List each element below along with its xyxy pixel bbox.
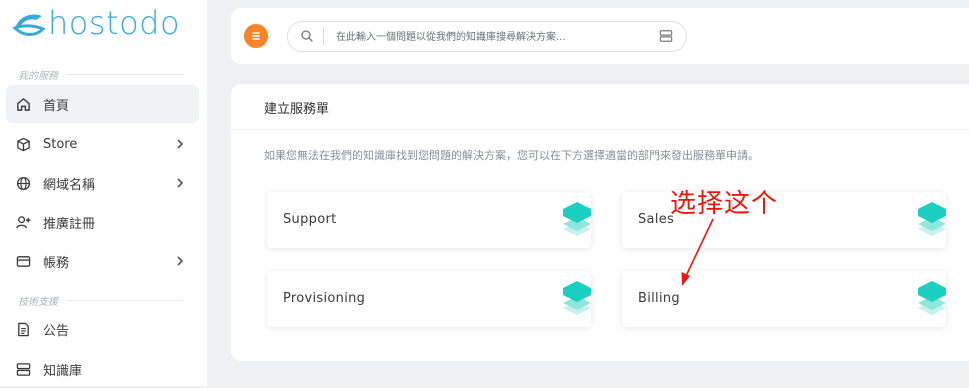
sidebar: hostodo 我的服務 首頁 Store 網域名稱 推廣註冊 帳務 技術支援 … bbox=[0, 0, 207, 386]
sidebar-item-label: 知識庫 bbox=[43, 363, 83, 379]
server-icon bbox=[15, 361, 31, 377]
department-label: Support bbox=[283, 212, 337, 227]
server-icon[interactable] bbox=[659, 29, 673, 43]
section-title-my-services: 我的服務 bbox=[18, 71, 58, 82]
search-input[interactable] bbox=[334, 26, 638, 48]
home-icon bbox=[15, 96, 31, 112]
sidebar-item-store[interactable]: Store bbox=[6, 125, 199, 163]
layers-icon bbox=[563, 281, 591, 315]
menu-icon bbox=[252, 32, 260, 40]
search-icon bbox=[301, 30, 313, 42]
layers-icon bbox=[918, 281, 946, 315]
topbar bbox=[231, 8, 969, 64]
sidebar-item-knowledgebase[interactable]: 知識庫 bbox=[6, 350, 199, 388]
department-label: Billing bbox=[638, 291, 680, 306]
sidebar-item-label: 帳務 bbox=[43, 255, 70, 271]
knowledgebase-search bbox=[287, 21, 687, 52]
brand-name: hostodo bbox=[48, 4, 181, 42]
sidebar-item-label: 網域名稱 bbox=[43, 177, 96, 193]
globe-icon bbox=[15, 175, 31, 191]
sidebar-item-label: 首頁 bbox=[43, 98, 70, 114]
department-label: Provisioning bbox=[283, 291, 366, 306]
annotation-text: 选择这个 bbox=[670, 189, 779, 219]
chevron-right-icon bbox=[177, 256, 184, 266]
document-icon bbox=[15, 321, 31, 337]
card-description: 如果您無法在我們的知識庫找到您問題的解決方案，您可以在下方選擇適當的部門來發出服… bbox=[264, 149, 759, 162]
user-plus-icon bbox=[15, 214, 31, 230]
brand-logo[interactable]: hostodo bbox=[12, 4, 180, 42]
divider bbox=[66, 300, 183, 301]
layers-icon bbox=[918, 202, 946, 236]
page-title: 建立服務單 bbox=[264, 102, 330, 117]
menu-button[interactable] bbox=[244, 24, 268, 48]
card-header: 建立服務單 bbox=[231, 84, 969, 130]
sidebar-item-label: Store bbox=[43, 136, 78, 152]
sidebar-item-billing[interactable]: 帳務 bbox=[6, 242, 199, 280]
box-icon bbox=[15, 136, 31, 152]
chevron-right-icon bbox=[177, 139, 184, 149]
sidebar-item-announcements[interactable]: 公告 bbox=[6, 310, 199, 348]
department-billing[interactable]: Billing bbox=[622, 271, 946, 327]
sidebar-item-domains[interactable]: 網域名稱 bbox=[6, 164, 199, 202]
credit-card-icon bbox=[15, 253, 31, 269]
department-support[interactable]: Support bbox=[267, 192, 591, 248]
layers-icon bbox=[563, 202, 591, 236]
hostodo-logo-icon bbox=[12, 14, 46, 36]
divider bbox=[66, 74, 183, 75]
department-label: Sales bbox=[638, 212, 675, 227]
open-ticket-card: 建立服務單 如果您無法在我們的知識庫找到您問題的解決方案，您可以在下方選擇適當的… bbox=[231, 84, 969, 361]
department-provisioning[interactable]: Provisioning bbox=[267, 271, 591, 327]
section-title-support: 技術支援 bbox=[18, 297, 58, 308]
sidebar-item-home[interactable]: 首頁 bbox=[6, 85, 199, 123]
sidebar-item-label: 推廣註冊 bbox=[43, 216, 96, 232]
divider bbox=[323, 28, 324, 45]
chevron-right-icon bbox=[177, 178, 184, 188]
sidebar-item-affiliates[interactable]: 推廣註冊 bbox=[6, 203, 199, 241]
sidebar-item-label: 公告 bbox=[43, 323, 70, 339]
